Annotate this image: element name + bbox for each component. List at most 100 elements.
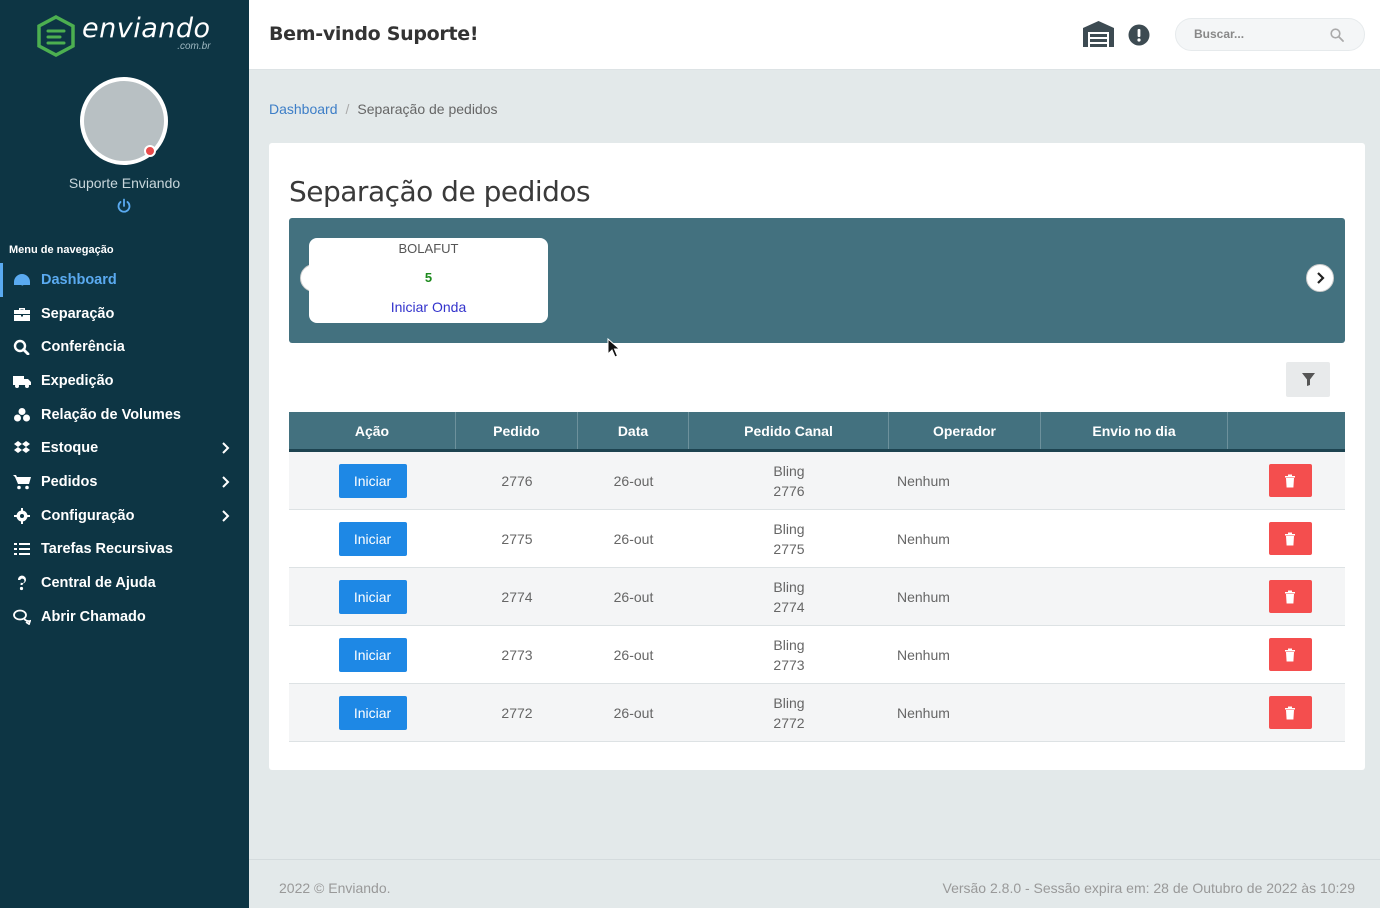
order-date: 26-out (613, 646, 654, 663)
table-row: Iniciar 2774 26-out Bling 2774 Nenhum (289, 568, 1345, 626)
boxes-icon (12, 406, 32, 424)
nav-label: Configuração (41, 507, 135, 524)
table-row: Iniciar 2776 26-out Bling 2776 Nenhum (289, 452, 1345, 510)
order-date: 26-out (613, 704, 654, 721)
start-button[interactable]: Iniciar (338, 637, 407, 672)
chevron-right-icon (222, 442, 230, 455)
column-header[interactable]: Pedido Canal (689, 412, 889, 449)
order-date: 26-out (613, 530, 654, 547)
nav-item-expedicao[interactable]: Expedição (0, 364, 249, 398)
footer-copyright: 2022 © Enviando. (279, 880, 391, 896)
breadcrumb-separator: / (345, 101, 350, 117)
tasks-icon (12, 540, 32, 558)
order-operator: Nenhum (897, 704, 950, 721)
nav-label: Pedidos (41, 473, 98, 490)
column-header[interactable]: Data (578, 412, 689, 449)
gear-icon (12, 507, 32, 525)
order-operator: Nenhum (897, 530, 950, 547)
order-number: 2776 (501, 472, 533, 489)
ship-today (1041, 452, 1228, 509)
nav-label: Conferência (41, 339, 125, 356)
nav-item-tarefas-recursivas[interactable]: Tarefas Recursivas (0, 533, 249, 567)
delete-button[interactable] (1268, 522, 1312, 555)
nav-item-pedidos[interactable]: Pedidos (0, 465, 249, 499)
column-header[interactable]: Envio no dia (1041, 412, 1228, 449)
start-button[interactable]: Iniciar (338, 463, 407, 498)
filter-icon (1301, 373, 1315, 386)
channel-name: Bling (773, 520, 805, 537)
column-header[interactable]: Pedido (456, 412, 578, 449)
order-channel: Bling 2776 (689, 452, 889, 509)
order-channel: Bling 2772 (689, 684, 889, 741)
user-name: Suporte Enviando (68, 175, 181, 191)
trash-icon (1285, 474, 1295, 487)
trash-icon (1285, 590, 1295, 603)
sidebar: enviando .com.br Suporte Enviando Menu d… (0, 0, 249, 908)
column-header[interactable]: Operador (889, 412, 1041, 449)
search-box (1175, 18, 1365, 51)
nav-item-dashboard[interactable]: Dashboard (0, 263, 249, 297)
ship-today (1041, 568, 1228, 625)
order-channel: Bling 2775 (689, 510, 889, 567)
breadcrumb-current: Separação de pedidos (357, 101, 498, 117)
nav-item-estoque[interactable]: Estoque (0, 431, 249, 465)
breadcrumb-home-link[interactable]: Dashboard (269, 101, 338, 117)
wave-card: BOLAFUT 5 Iniciar Onda (309, 238, 548, 323)
search-icon[interactable] (1330, 28, 1344, 42)
channel-order-id: 2776 (773, 482, 805, 499)
question-icon (12, 574, 32, 592)
delete-button[interactable] (1268, 696, 1312, 729)
orders-table: Ação Pedido Data Pedido Canal Operador E… (289, 412, 1345, 742)
nav-item-separacao[interactable]: Separação (0, 297, 249, 331)
ship-today (1041, 684, 1228, 741)
nav-label: Relação de Volumes (41, 406, 181, 423)
channel-name: Bling (773, 694, 805, 711)
order-operator: Nenhum (897, 588, 950, 605)
breadcrumb: Dashboard / Separação de pedidos (269, 101, 498, 117)
nav-label: Dashboard (41, 271, 117, 288)
channel-name: Bling (773, 462, 805, 479)
brand-cube-icon (37, 15, 75, 57)
avatar[interactable] (80, 77, 168, 165)
dropbox-icon (12, 439, 32, 457)
nav-item-abrir-chamado[interactable]: Abrir Chamado (0, 600, 249, 634)
status-dot (144, 145, 156, 157)
topbar: Bem-vindo Suporte! (249, 0, 1380, 70)
welcome-title: Bem-vindo Suporte! (269, 23, 479, 45)
truck-icon (12, 372, 32, 390)
power-icon[interactable] (116, 198, 132, 214)
delete-button[interactable] (1268, 464, 1312, 497)
carousel-next-button[interactable] (1306, 264, 1334, 292)
nav-item-central-ajuda[interactable]: Central de Ajuda (0, 566, 249, 600)
nav-item-configuracao[interactable]: Configuração (0, 499, 249, 533)
nav-label: Abrir Chamado (41, 608, 146, 625)
search-input[interactable] (1194, 27, 1324, 41)
nav-label: Central de Ajuda (41, 575, 156, 592)
filter-button[interactable] (1286, 362, 1330, 397)
table-row: Iniciar 2772 26-out Bling 2772 Nenhum (289, 684, 1345, 742)
delete-button[interactable] (1268, 580, 1312, 613)
nav-menu: Dashboard Separação Conferência Expediçã… (0, 263, 249, 634)
start-button[interactable]: Iniciar (338, 579, 407, 614)
channel-order-id: 2773 (773, 656, 805, 673)
order-number: 2774 (501, 588, 533, 605)
wave-carousel: BOLAFUT 5 Iniciar Onda (289, 218, 1345, 343)
nav-item-conferencia[interactable]: Conferência (0, 330, 249, 364)
order-channel: Bling 2774 (689, 568, 889, 625)
start-wave-link[interactable]: Iniciar Onda (309, 299, 548, 315)
start-button[interactable]: Iniciar (338, 521, 407, 556)
order-number: 2773 (501, 646, 533, 663)
warehouse-icon[interactable] (1082, 20, 1115, 48)
delete-button[interactable] (1268, 638, 1312, 671)
dashboard-icon (12, 271, 32, 289)
table-row: Iniciar 2773 26-out Bling 2773 Nenhum (289, 626, 1345, 684)
mouse-cursor-icon (607, 338, 620, 358)
nav-label: Tarefas Recursivas (41, 541, 173, 558)
start-button[interactable]: Iniciar (338, 695, 407, 730)
brand-name: enviando (82, 13, 211, 44)
nav-item-relacao-volumes[interactable]: Relação de Volumes (0, 398, 249, 432)
alert-icon[interactable] (1128, 24, 1150, 46)
column-header[interactable]: Ação (289, 412, 456, 449)
brand-logo[interactable]: enviando .com.br (36, 14, 211, 58)
table-header: Ação Pedido Data Pedido Canal Operador E… (289, 412, 1345, 452)
